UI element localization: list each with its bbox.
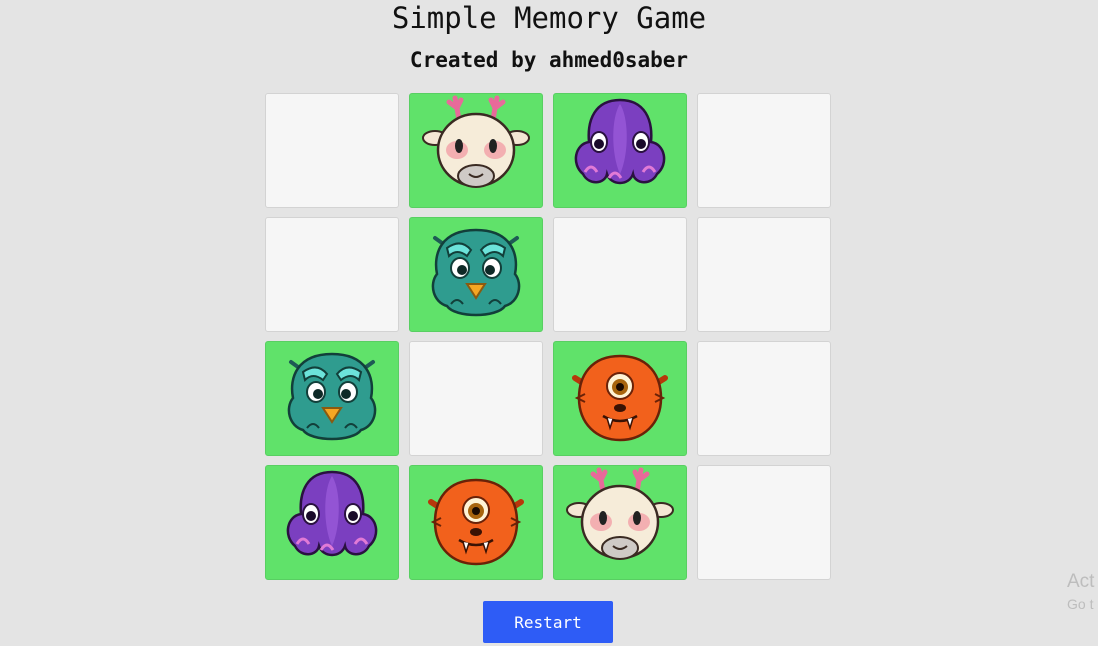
memory-card[interactable] — [265, 93, 399, 208]
page-title: Simple Memory Game — [391, 1, 707, 35]
memory-card[interactable] — [697, 341, 831, 456]
memory-card[interactable] — [553, 217, 687, 332]
memory-card[interactable] — [409, 341, 543, 456]
memory-card[interactable] — [697, 217, 831, 332]
orange-cyclops-creature-icon — [565, 342, 675, 456]
memory-card[interactable] — [697, 465, 831, 580]
octopus-creature-icon — [565, 94, 675, 208]
orange-cyclops-creature-icon — [421, 466, 531, 580]
memory-card[interactable] — [265, 465, 399, 580]
memory-card[interactable] — [697, 93, 831, 208]
watermark-line-2: Go t — [1067, 596, 1094, 612]
memory-card[interactable] — [409, 93, 543, 208]
teal-owl-creature-icon — [277, 342, 387, 456]
activation-watermark: Act Go t — [1067, 570, 1094, 614]
restart-button[interactable]: Restart — [483, 601, 613, 643]
game-board — [265, 93, 831, 580]
octopus-creature-icon — [277, 466, 387, 580]
teal-owl-creature-icon — [421, 218, 531, 332]
deer-creature-icon — [565, 466, 675, 580]
memory-card[interactable] — [553, 465, 687, 580]
page-subtitle: Created by ahmed0saber — [409, 48, 689, 72]
deer-creature-icon — [421, 94, 531, 208]
memory-card[interactable] — [409, 217, 543, 332]
memory-card[interactable] — [265, 217, 399, 332]
memory-card[interactable] — [265, 341, 399, 456]
memory-card[interactable] — [553, 341, 687, 456]
memory-card[interactable] — [409, 465, 543, 580]
watermark-line-1: Act — [1067, 571, 1095, 592]
memory-card[interactable] — [553, 93, 687, 208]
